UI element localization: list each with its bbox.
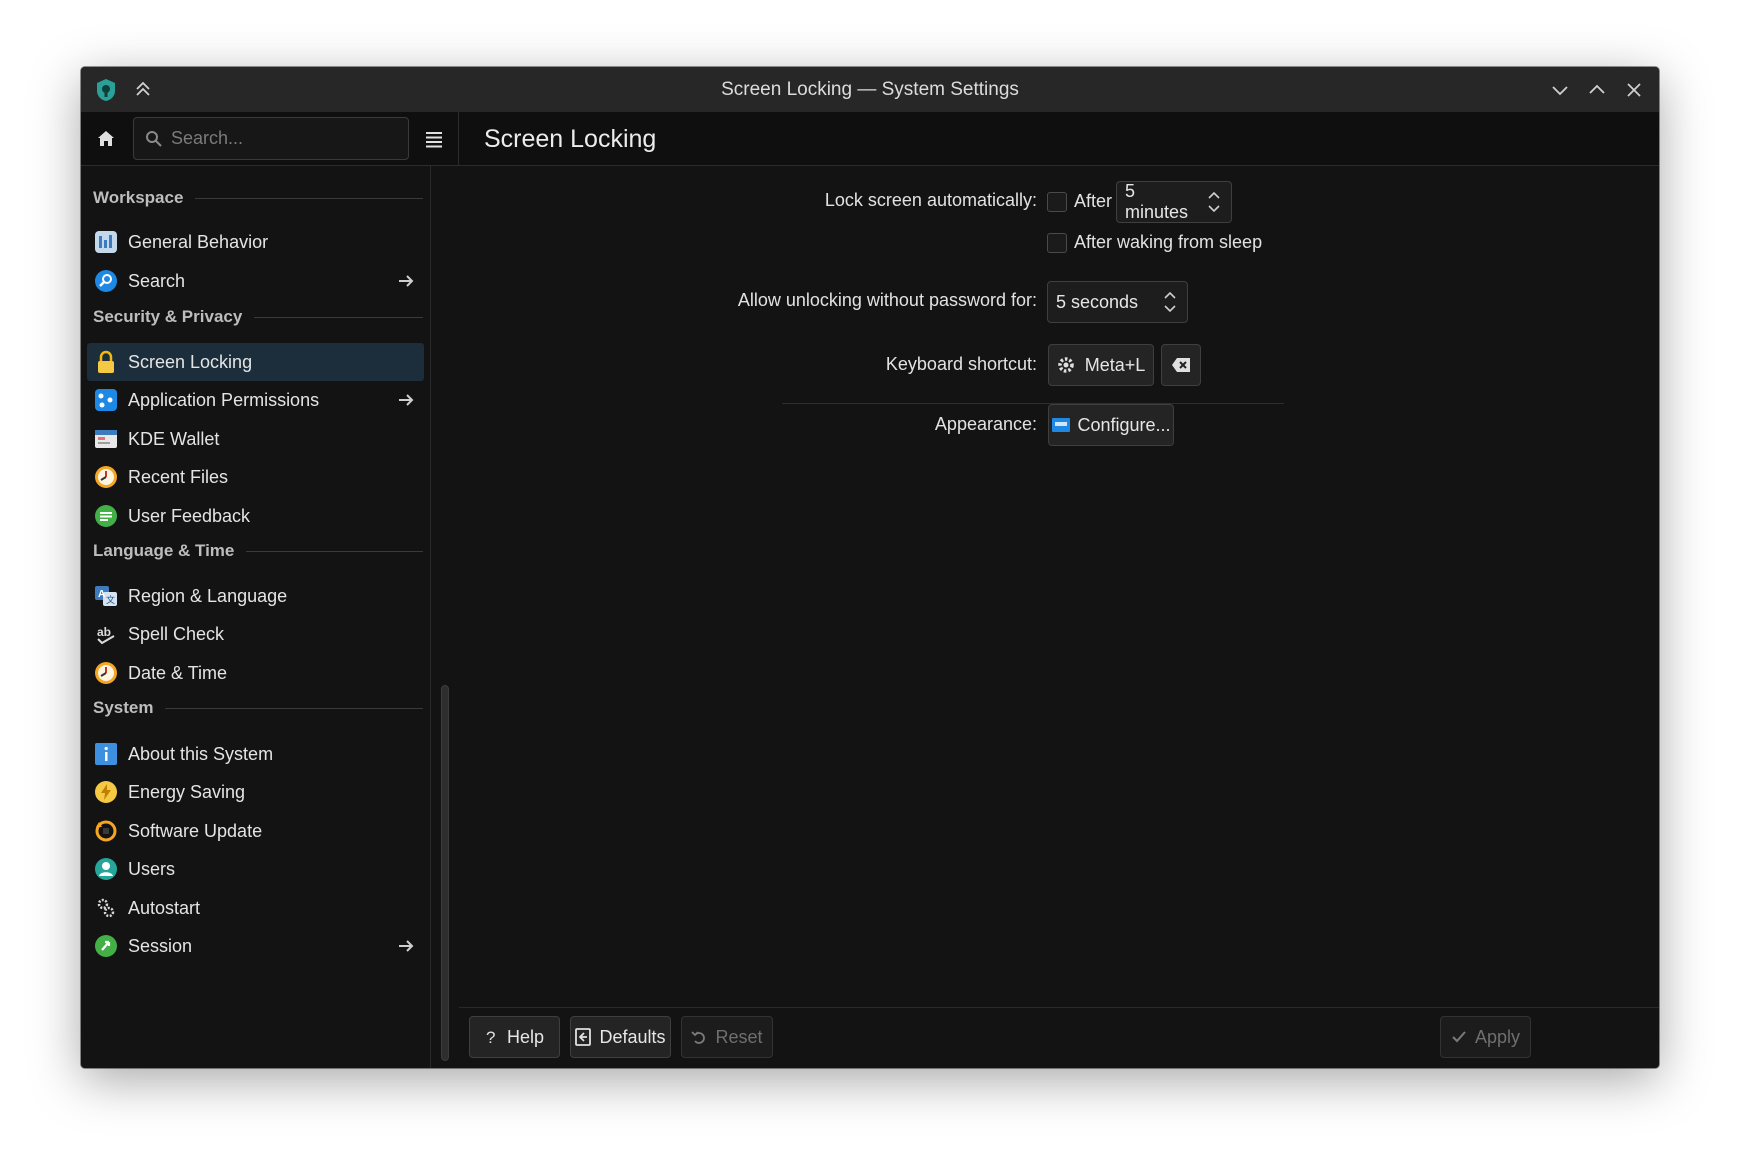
- help-icon: ?: [485, 1028, 499, 1046]
- clock-icon: [93, 660, 119, 686]
- svg-text:?: ?: [486, 1028, 495, 1046]
- sidebar-item-label: Users: [128, 858, 176, 879]
- sidebar-item-label: User Feedback: [128, 505, 251, 526]
- appearance-label: Appearance:: [934, 414, 1037, 434]
- undo-icon: [691, 1029, 707, 1045]
- search-field[interactable]: [133, 117, 409, 160]
- session-icon: [93, 933, 119, 959]
- sidebar-item-label: Session: [128, 935, 193, 956]
- wallet-icon: [93, 426, 119, 452]
- sidebar-item-session[interactable]: Session: [87, 927, 424, 965]
- checkmark-icon: [1451, 1029, 1467, 1045]
- sidebar-item-user-feedback[interactable]: User Feedback: [87, 497, 424, 535]
- sidebar-item-label: General Behavior: [128, 231, 269, 252]
- sidebar-item-label: Spell Check: [128, 623, 225, 644]
- sidebar-item-recent-files[interactable]: Recent Files: [87, 458, 424, 496]
- close-button[interactable]: [1620, 76, 1648, 104]
- sidebar-item-label: Region & Language: [128, 585, 288, 606]
- clear-shortcut-button[interactable]: [1161, 344, 1201, 386]
- apply-button[interactable]: Apply: [1440, 1016, 1531, 1058]
- sidebar-item-label: Screen Locking: [128, 351, 253, 372]
- feedback-icon: [93, 503, 119, 529]
- footer-bar: ? Help Defaults Reset Apply: [459, 1007, 1659, 1068]
- sidebar-item-label: Application Permissions: [128, 389, 320, 410]
- hamburger-menu-button[interactable]: [421, 126, 447, 152]
- sidebar-item-application-permissions[interactable]: Application Permissions: [87, 381, 424, 419]
- configure-label: Configure...: [1077, 414, 1171, 435]
- shortcut-button[interactable]: Meta+L: [1048, 344, 1154, 386]
- sidebar-item-region-language[interactable]: A文 Region & Language: [87, 577, 424, 615]
- clock-icon: [93, 464, 119, 490]
- system-settings-window: Screen Locking — System Settings Screen: [81, 67, 1659, 1068]
- screen-icon: [1051, 417, 1071, 433]
- main-content-lower: Keyboard shortcut: Meta+L Appearance: Co…: [459, 166, 1659, 1007]
- section-header-language-time: Language & Time: [93, 539, 423, 563]
- shortcut-value: Meta+L: [1084, 354, 1146, 375]
- backspace-icon: [1172, 358, 1190, 372]
- sidebar-item-users[interactable]: Users: [87, 850, 424, 888]
- sidebar-item-autostart[interactable]: Autostart: [87, 889, 424, 927]
- page-title: Screen Locking: [484, 125, 657, 153]
- sidebar-item-about-this-system[interactable]: About this System: [87, 735, 424, 773]
- energy-icon: [93, 779, 119, 805]
- lock-icon: [93, 349, 119, 375]
- sidebar-divider: [430, 166, 431, 1068]
- svg-text:A: A: [98, 589, 105, 600]
- home-icon: [98, 131, 114, 146]
- sidebar-item-software-update[interactable]: Software Update: [87, 812, 424, 850]
- window-title: Screen Locking — System Settings: [721, 79, 1019, 100]
- sidebar-scrollbar-thumb[interactable]: [441, 685, 449, 1061]
- gear-icon: [1057, 356, 1075, 374]
- sidebar-item-kde-wallet[interactable]: KDE Wallet: [87, 420, 424, 458]
- home-button[interactable]: [93, 126, 119, 152]
- gears-icon: [93, 895, 119, 921]
- sidebar-item-label: Software Update: [128, 820, 263, 841]
- language-icon: A文: [93, 583, 119, 609]
- minimize-button[interactable]: [1546, 76, 1574, 104]
- sidebar-item-screen-locking[interactable]: Screen Locking: [87, 343, 424, 381]
- sidebar-item-search[interactable]: Search: [87, 262, 424, 300]
- svg-text:文: 文: [106, 594, 115, 605]
- arrow-right-icon: [399, 275, 414, 287]
- title-bar: Screen Locking — System Settings: [81, 67, 1659, 112]
- sidebar: Workspace General Behavior Search Securi…: [81, 166, 458, 1068]
- spellcheck-icon: ab: [93, 621, 119, 647]
- arrow-right-icon: [399, 940, 414, 952]
- user-icon: [93, 856, 119, 882]
- sidebar-item-label: Recent Files: [128, 466, 229, 487]
- sidebar-item-label: Autostart: [128, 897, 201, 918]
- sidebar-item-general-behavior[interactable]: General Behavior: [87, 223, 424, 261]
- section-header-workspace: Workspace: [93, 186, 423, 210]
- sidebar-item-label: Date & Time: [128, 662, 228, 683]
- help-button[interactable]: ? Help: [469, 1016, 560, 1058]
- maximize-button[interactable]: [1583, 76, 1611, 104]
- sidebar-item-spell-check[interactable]: ab Spell Check: [87, 615, 424, 653]
- toolbar-divider: [458, 112, 459, 166]
- section-header-system: System: [93, 696, 423, 720]
- hamburger-icon: [426, 132, 442, 148]
- info-icon: [93, 741, 119, 767]
- sidebar-item-label: KDE Wallet: [128, 428, 220, 449]
- shortcut-label: Keyboard shortcut:: [885, 354, 1037, 374]
- arrow-right-icon: [399, 394, 414, 406]
- sidebar-item-label: Energy Saving: [128, 781, 246, 802]
- svg-text:ab: ab: [97, 625, 111, 639]
- sidebar-item-date-time[interactable]: Date & Time: [87, 654, 424, 692]
- search-input[interactable]: [171, 128, 391, 149]
- sidebar-item-energy-saving[interactable]: Energy Saving: [87, 773, 424, 811]
- reset-button[interactable]: Reset: [681, 1016, 773, 1058]
- general-behavior-icon: [93, 229, 119, 255]
- section-header-security-privacy: Security & Privacy: [93, 305, 423, 329]
- defaults-button[interactable]: Defaults: [570, 1016, 671, 1058]
- configure-button[interactable]: Configure...: [1048, 404, 1174, 446]
- search-icon: [93, 268, 119, 294]
- sidebar-item-label: Search: [128, 270, 186, 291]
- update-icon: [93, 818, 119, 844]
- app-permissions-icon: [93, 387, 119, 413]
- search-icon: [146, 130, 162, 147]
- sidebar-item-label: About this System: [128, 743, 274, 764]
- defaults-icon: [575, 1028, 592, 1046]
- toolbar: Screen Locking: [81, 112, 1659, 166]
